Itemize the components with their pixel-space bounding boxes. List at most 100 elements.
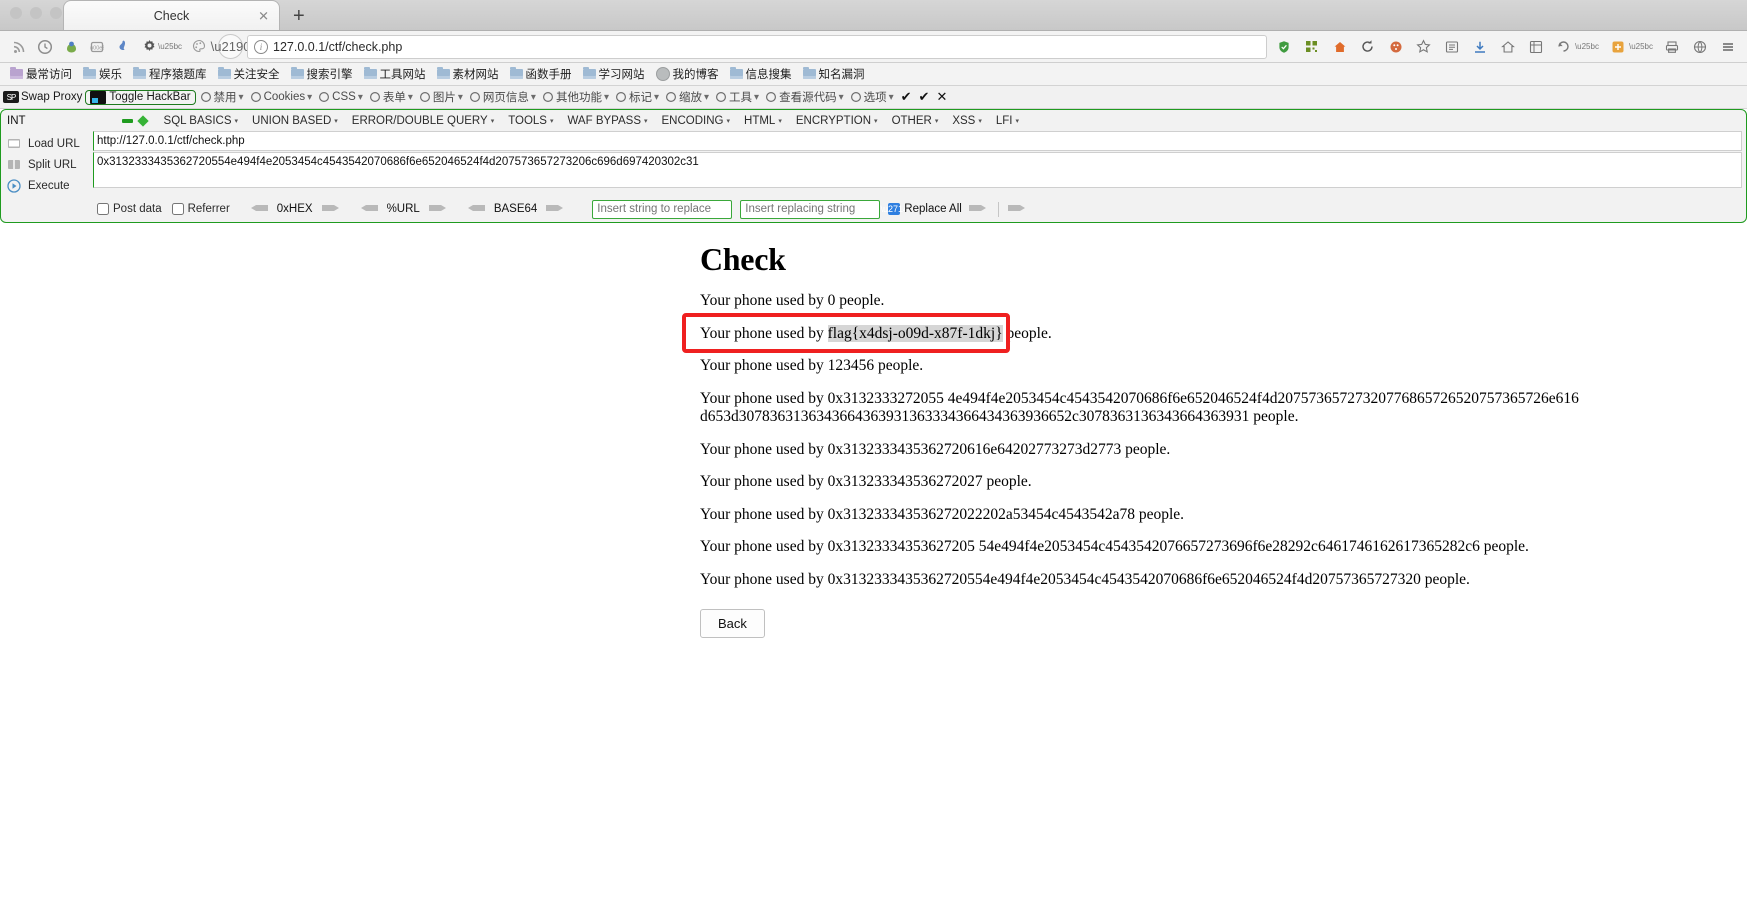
chevron-down-icon[interactable]: ▾ [531,92,536,103]
check-icon-1[interactable]: ✔ [898,89,915,105]
hackbar-menu-encoding[interactable]: ENCODING ▾ [655,115,738,127]
replace-all-checkbox[interactable]: \u2714 Replace All [881,203,962,215]
menu-icon[interactable] [1715,35,1741,59]
hackbar-menu-html[interactable]: HTML ▾ [737,115,789,127]
ext-menu-pen[interactable]: 标记 ▾ [612,88,662,106]
hackbar-url-input[interactable] [93,131,1742,151]
chevron-down-icon[interactable]: ▾ [978,117,982,125]
chevron-down-icon[interactable]: ▾ [235,117,239,125]
bookmark-item[interactable]: 我的博客 [652,65,723,83]
back-button[interactable]: \u2190 [211,34,250,59]
history-icon[interactable] [32,35,58,59]
bookmark-item[interactable]: 学习网站 [579,65,649,83]
chevron-down-icon[interactable]: ▾ [889,92,894,103]
split-url-button[interactable]: Split URL [1,154,93,175]
maximize-window-button[interactable] [50,7,62,19]
chevron-down-icon[interactable]: ▾ [727,117,731,125]
bookmark-item[interactable]: 关注安全 [214,65,284,83]
chevron-down-icon[interactable]: ▾ [778,117,782,125]
base64-encode-arrow-icon[interactable] [545,202,567,217]
referrer-checkbox-input[interactable] [171,203,184,215]
adblock-icon[interactable]: \u00e6 [84,35,110,59]
hex-encode-arrow-icon[interactable] [321,202,343,217]
chevron-down-icon[interactable]: ▾ [408,92,413,103]
close-icon-toolbar[interactable]: ✕ [933,89,950,105]
chevron-down-icon[interactable]: ▾ [604,92,609,103]
ext-menu-css[interactable]: CSS ▾ [315,90,366,104]
ext-menu-image[interactable]: 图片 ▾ [416,88,466,106]
post-data-checkbox-input[interactable] [97,203,109,215]
replacing-string-input[interactable] [740,199,881,219]
hackbar-payload-input[interactable] [93,152,1742,188]
info-icon[interactable]: i [254,39,269,54]
hackbar-menu-encryption[interactable]: ENCRYPTION ▾ [789,115,885,127]
chevron-down-icon[interactable]: ▾ [1015,117,1019,125]
chevron-down-icon[interactable]: ▾ [644,117,648,125]
ext-menu-zoom[interactable]: 缩放 ▾ [662,88,712,106]
back-button-page[interactable]: Back [700,609,765,638]
check-icon-2[interactable]: ✔ [916,89,933,105]
hackbar-menu-error-double-query[interactable]: ERROR/DOUBLE QUERY ▾ [345,115,501,127]
chevron-down-icon[interactable]: \u25bc [158,42,182,51]
ext-menu-wrench[interactable]: 工具 ▾ [712,88,762,106]
chevron-down-icon[interactable]: ▾ [704,92,709,103]
hackbar-menu-union-based[interactable]: UNION BASED ▾ [245,115,345,127]
hackbar-menu-other[interactable]: OTHER ▾ [885,115,946,127]
hackbar-menu-tools[interactable]: TOOLS ▾ [501,115,560,127]
palette-icon[interactable] [186,35,212,59]
hex-decode-arrow-icon[interactable] [247,202,269,217]
window-traffic-lights[interactable] [10,7,62,19]
post-data-checkbox[interactable]: Post data [97,203,162,215]
browser-tab-check[interactable]: Check ✕ [63,0,280,30]
home-icon[interactable] [1327,35,1353,59]
bookmark-item[interactable]: 函数手册 [506,65,576,83]
chevron-down-icon[interactable]: ▾ [358,92,363,103]
hackbar-menu-lfi[interactable]: LFI ▾ [989,115,1026,127]
download-icon[interactable] [1467,35,1493,59]
new-tab-button[interactable]: + [293,6,305,26]
ext-menu-box[interactable]: 其他功能 ▾ [539,88,612,106]
reload-icon[interactable] [1355,35,1381,59]
chevron-down3-icon[interactable]: \u25bc [1629,42,1653,51]
chevron-down-icon[interactable]: ▾ [754,92,759,103]
ext-menu-form[interactable]: 表单 ▾ [366,88,416,106]
chevron-down-icon[interactable]: ▾ [491,117,495,125]
chevron-down-icon[interactable]: ▾ [334,117,338,125]
base64-decode-arrow-icon[interactable] [464,202,486,217]
execute-button[interactable]: Execute [1,175,93,196]
home2-icon[interactable] [1495,35,1521,59]
replace-apply-arrow-icon[interactable] [968,202,990,217]
hackbar-menu-xss[interactable]: XSS ▾ [945,115,989,127]
chevron-down-icon[interactable]: ▾ [458,92,463,103]
chevron-down-icon[interactable]: ▾ [874,117,878,125]
chevron-down-icon[interactable]: ▾ [239,92,244,103]
bookmark-item[interactable]: 程序猿题库 [129,65,211,83]
bookmark-item[interactable]: 知名漏洞 [799,65,869,83]
referrer-checkbox[interactable]: Referrer [171,203,230,215]
close-window-button[interactable] [10,7,22,19]
ext-menu-info[interactable]: 网页信息 ▾ [466,88,539,106]
ext-menu-cookie[interactable]: Cookies ▾ [247,90,316,104]
swap-proxy-button[interactable]: SP Swap Proxy [3,91,82,103]
bookmark-item[interactable]: 素材网站 [433,65,503,83]
minimize-window-button[interactable] [30,7,42,19]
printer-icon[interactable] [1659,35,1685,59]
ext-menu-disable[interactable]: 禁用 ▾ [197,88,247,106]
bookmark-item[interactable]: 搜索引擎 [287,65,357,83]
toggle-hackbar-button[interactable]: Toggle HackBar [85,89,196,105]
chevron-down-icon[interactable]: ▾ [839,92,844,103]
load-url-button[interactable]: Load URL [1,133,93,154]
bookmark-item[interactable]: 最常访问 [6,65,76,83]
address-bar[interactable]: i 127.0.0.1/ctf/check.php [247,34,1267,59]
chevron-down-icon[interactable]: ▾ [307,92,312,103]
firebug-icon[interactable] [58,35,84,59]
grid-icon[interactable] [1523,35,1549,59]
chevron-down-icon[interactable]: ▾ [935,117,939,125]
close-icon[interactable]: ✕ [258,9,269,22]
replace-string-input[interactable] [592,199,733,219]
shield-icon[interactable] [1271,35,1297,59]
reader-icon[interactable] [1439,35,1465,59]
palette2-icon[interactable] [1383,35,1409,59]
ext-menu-options[interactable]: 选项 ▾ [847,88,897,106]
chevron-down-icon[interactable]: ▾ [550,117,554,125]
